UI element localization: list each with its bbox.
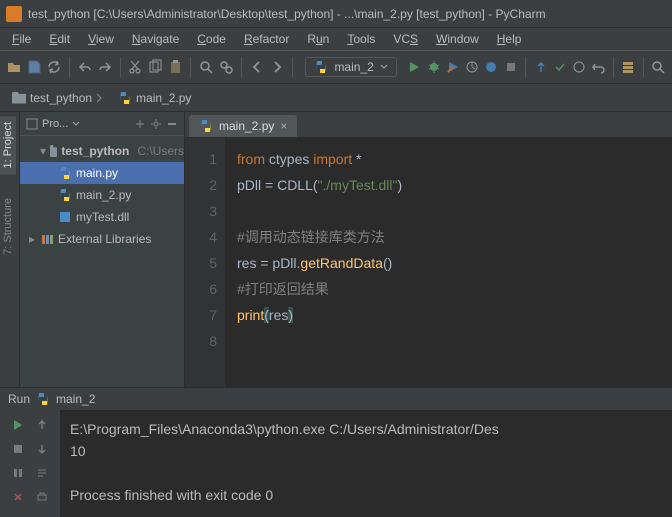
stop-icon[interactable] <box>9 440 27 458</box>
debug-icon[interactable] <box>426 56 441 78</box>
tree-root[interactable]: ▾ test_python C:\Users <box>20 140 184 162</box>
chevron-right-icon <box>96 93 102 103</box>
menu-vcs[interactable]: VCS <box>385 30 426 48</box>
menu-run[interactable]: Run <box>299 30 337 48</box>
vcs-commit-icon[interactable] <box>552 56 567 78</box>
run-tool-window: Run main_2 E:\Program_Files\Anaconda3\py… <box>0 387 672 517</box>
left-tool-strip: 1: Project 7: Structure <box>0 112 20 387</box>
tree-file-main[interactable]: main.py <box>20 162 184 184</box>
gear-icon[interactable] <box>150 118 162 130</box>
nav-breadcrumb: test_python main_2.py <box>0 84 672 112</box>
main-toolbar: main_2 <box>0 50 672 84</box>
copy-icon[interactable] <box>147 56 163 78</box>
app-icon <box>6 6 22 22</box>
project-tool-window: Pro... ▾ test_python C:\Users main.py ma… <box>20 112 185 387</box>
run-config-name: main_2 <box>334 60 373 74</box>
profile-icon[interactable] <box>465 56 480 78</box>
cut-icon[interactable] <box>127 56 143 78</box>
titlebar: test_python [C:\Users\Administrator\Desk… <box>0 0 672 28</box>
run-tool-header: Run main_2 <box>0 388 672 410</box>
collapse-icon[interactable] <box>134 118 146 130</box>
save-all-icon[interactable] <box>26 56 42 78</box>
search-everywhere-icon[interactable] <box>651 56 666 78</box>
python-icon <box>314 60 328 74</box>
coverage-icon[interactable] <box>445 56 460 78</box>
menu-window[interactable]: Window <box>428 30 487 48</box>
code-content[interactable]: from ctypes import *pDll = CDLL("./myTes… <box>225 138 672 387</box>
project-tree: ▾ test_python C:\Users main.py main_2.py… <box>20 136 184 254</box>
folder-icon <box>12 92 26 104</box>
undo-icon[interactable] <box>77 56 93 78</box>
menu-code[interactable]: Code <box>189 30 234 48</box>
console-output[interactable]: E:\Program_Files\Anaconda3\python.exe C:… <box>60 410 672 517</box>
down-icon[interactable] <box>33 440 51 458</box>
menu-tools[interactable]: Tools <box>339 30 383 48</box>
code-editor[interactable]: 12345678 from ctypes import *pDll = CDLL… <box>185 138 672 387</box>
redo-icon[interactable] <box>97 56 113 78</box>
editor-area: main_2.py × 12345678 from ctypes import … <box>185 112 672 387</box>
open-icon[interactable] <box>6 56 22 78</box>
expand-arrow-icon[interactable]: ▸ <box>28 232 36 246</box>
run-config-selector[interactable]: main_2 <box>305 57 396 77</box>
hide-icon[interactable] <box>166 118 178 130</box>
exit-icon[interactable] <box>9 488 27 506</box>
gutter: 12345678 <box>185 138 225 387</box>
soft-wrap-icon[interactable] <box>33 464 51 482</box>
expand-arrow-icon[interactable]: ▾ <box>40 144 46 158</box>
print-icon[interactable] <box>33 488 51 506</box>
forward-icon[interactable] <box>269 56 285 78</box>
replace-icon[interactable] <box>218 56 234 78</box>
run-label: Run <box>8 392 30 406</box>
tree-file-dll[interactable]: myTest.dll <box>20 206 184 228</box>
menu-navigate[interactable]: Navigate <box>124 30 187 48</box>
editor-tab-main2[interactable]: main_2.py × <box>189 115 297 137</box>
vcs-update-icon[interactable] <box>533 56 548 78</box>
run-config-name: main_2 <box>56 392 95 406</box>
python-icon <box>118 91 132 105</box>
up-icon[interactable] <box>33 416 51 434</box>
close-icon[interactable]: × <box>280 119 287 133</box>
structure-icon[interactable] <box>621 56 636 78</box>
tool-tab-structure[interactable]: 7: Structure <box>0 192 16 261</box>
vcs-history-icon[interactable] <box>571 56 586 78</box>
chevron-down-icon <box>380 63 388 71</box>
window-title: test_python [C:\Users\Administrator\Desk… <box>28 7 546 21</box>
dll-icon <box>58 210 72 224</box>
menu-view[interactable]: View <box>80 30 122 48</box>
library-icon <box>40 232 54 246</box>
menubar: File Edit View Navigate Code Refactor Ru… <box>0 28 672 50</box>
rerun-icon[interactable] <box>9 416 27 434</box>
python-icon <box>58 166 72 180</box>
run-icon[interactable] <box>407 56 422 78</box>
python-icon <box>36 392 50 406</box>
editor-tabs: main_2.py × <box>185 112 672 138</box>
back-icon[interactable] <box>249 56 265 78</box>
vcs-revert-icon[interactable] <box>591 56 606 78</box>
tool-tab-project[interactable]: 1: Project <box>0 116 16 174</box>
breadcrumb-root[interactable]: test_python <box>6 89 108 107</box>
pause-icon[interactable] <box>9 464 27 482</box>
python-icon <box>199 119 213 133</box>
folder-icon <box>50 145 57 157</box>
tree-external-libs[interactable]: ▸ External Libraries <box>20 228 184 250</box>
stop-icon[interactable] <box>503 56 518 78</box>
chevron-down-icon[interactable] <box>72 120 80 128</box>
breadcrumb-file[interactable]: main_2.py <box>112 89 197 107</box>
python-icon <box>58 188 72 202</box>
sync-icon[interactable] <box>46 56 62 78</box>
menu-file[interactable]: File <box>4 30 39 48</box>
find-icon[interactable] <box>198 56 214 78</box>
menu-edit[interactable]: Edit <box>41 30 78 48</box>
paste-icon[interactable] <box>167 56 183 78</box>
project-view-icon <box>26 118 38 130</box>
project-tool-header: Pro... <box>20 112 184 136</box>
menu-refactor[interactable]: Refactor <box>236 30 297 48</box>
menu-help[interactable]: Help <box>489 30 530 48</box>
attach-icon[interactable] <box>484 56 499 78</box>
tree-file-main2[interactable]: main_2.py <box>20 184 184 206</box>
run-toolbar <box>0 410 60 517</box>
